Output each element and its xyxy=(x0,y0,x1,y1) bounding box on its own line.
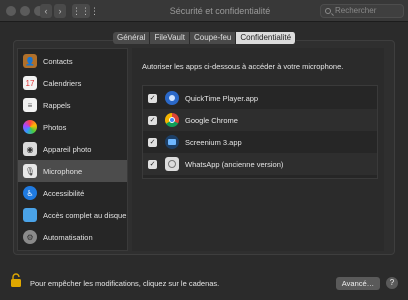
tab-privacy[interactable]: Confidentialité xyxy=(236,32,297,44)
chevron-right-icon: › xyxy=(58,6,62,16)
list-item[interactable]: ✓ WhatsApp (ancienne version) xyxy=(143,153,377,175)
sidebar-item-label: Automatisation xyxy=(43,232,93,242)
minimize-window-button[interactable] xyxy=(20,6,30,16)
list-item[interactable]: ✓ Screenium 3.app xyxy=(143,131,377,153)
sidebar-item-reminders[interactable]: ≡ Rappels xyxy=(18,94,127,116)
sidebar-item-microphone[interactable]: 🎙 Microphone xyxy=(18,160,127,182)
checkbox[interactable]: ✓ xyxy=(148,115,157,125)
sidebar-item-photos[interactable]: Photos xyxy=(18,116,127,138)
sidebar-item-label: Contacts xyxy=(43,56,73,66)
advanced-button[interactable]: Avancé… xyxy=(336,277,380,290)
accessibility-icon: ♿ xyxy=(23,186,37,200)
sidebar-item-label: Accès complet au disque xyxy=(43,210,127,220)
search-placeholder: Rechercher xyxy=(335,6,377,15)
sidebar-item-camera[interactable]: ◉ Appareil photo xyxy=(18,138,127,160)
list-item[interactable]: ✓ QuickTime Player.app xyxy=(143,87,377,109)
tab-firewall[interactable]: Coupe-feu xyxy=(190,32,237,44)
sidebar-item-automation[interactable]: ⚙ Automatisation xyxy=(18,226,127,248)
app-list: ✓ QuickTime Player.app ✓ Google Chrome ✓… xyxy=(142,85,378,179)
tab-general[interactable]: Général xyxy=(113,32,151,44)
sidebar-item-contacts[interactable]: 👤 Contacts xyxy=(18,50,127,72)
gear-icon: ⚙ xyxy=(23,230,37,244)
sidebar-item-label: Accessibilité xyxy=(43,188,85,198)
sidebar-item-label: Microphone xyxy=(43,166,83,176)
sidebar-item-label: Photos xyxy=(43,122,67,132)
contacts-icon: 👤 xyxy=(23,54,37,68)
microphone-icon: 🎙 xyxy=(23,164,37,178)
tab-bar: Général FileVault Coupe-feu Confidential… xyxy=(113,32,297,44)
lock-hint: Pour empêcher les modifications, cliquez… xyxy=(30,279,220,288)
app-name: WhatsApp (ancienne version) xyxy=(185,159,284,169)
lock-icon[interactable] xyxy=(10,273,22,287)
sidebar-item-label: Calendriers xyxy=(43,78,82,88)
reminders-icon: ≡ xyxy=(23,98,37,112)
search-icon xyxy=(325,8,331,14)
show-all-button[interactable]: ⋮⋮⋮ xyxy=(72,4,99,18)
calendar-icon: 17 xyxy=(23,76,37,90)
chrome-icon xyxy=(165,113,179,127)
privacy-sidebar: 👤 Contacts 17 Calendriers ≡ Rappels Phot… xyxy=(17,48,128,251)
sidebar-item-accessibility[interactable]: ♿ Accessibilité xyxy=(18,182,127,204)
screenium-icon xyxy=(165,135,179,149)
photos-icon xyxy=(23,120,37,134)
forward-button[interactable]: › xyxy=(54,4,66,18)
grid-icon: ⋮⋮⋮ xyxy=(72,6,99,16)
list-item[interactable]: ✓ Google Chrome xyxy=(143,109,377,131)
camera-icon: ◉ xyxy=(23,142,37,156)
sidebar-item-label: Appareil photo xyxy=(43,144,92,154)
app-name: Screenium 3.app xyxy=(185,137,242,147)
title-bar: ‹ › ⋮⋮⋮ Sécurité et confidentialité Rech… xyxy=(0,0,408,22)
back-button[interactable]: ‹ xyxy=(40,4,52,18)
app-name: Google Chrome xyxy=(185,115,238,125)
sidebar-item-calendars[interactable]: 17 Calendriers xyxy=(18,72,127,94)
checkbox[interactable]: ✓ xyxy=(148,159,157,169)
window-title: Sécurité et confidentialité xyxy=(169,6,271,16)
quicktime-icon xyxy=(165,91,179,105)
app-name: QuickTime Player.app xyxy=(185,93,259,103)
sidebar-item-label: Rappels xyxy=(43,100,71,110)
checkbox[interactable]: ✓ xyxy=(148,137,157,147)
help-button[interactable]: ? xyxy=(386,277,398,289)
sidebar-item-full-disk[interactable]: Accès complet au disque xyxy=(18,204,127,226)
checkbox[interactable]: ✓ xyxy=(148,93,157,103)
permission-prompt: Autoriser les apps ci-dessous à accéder … xyxy=(142,62,344,71)
close-window-button[interactable] xyxy=(6,6,16,16)
search-input[interactable]: Rechercher xyxy=(320,4,404,18)
chevron-left-icon: ‹ xyxy=(44,6,48,16)
tab-filevault[interactable]: FileVault xyxy=(150,32,190,44)
folder-icon xyxy=(23,208,37,222)
whatsapp-icon xyxy=(165,157,179,171)
